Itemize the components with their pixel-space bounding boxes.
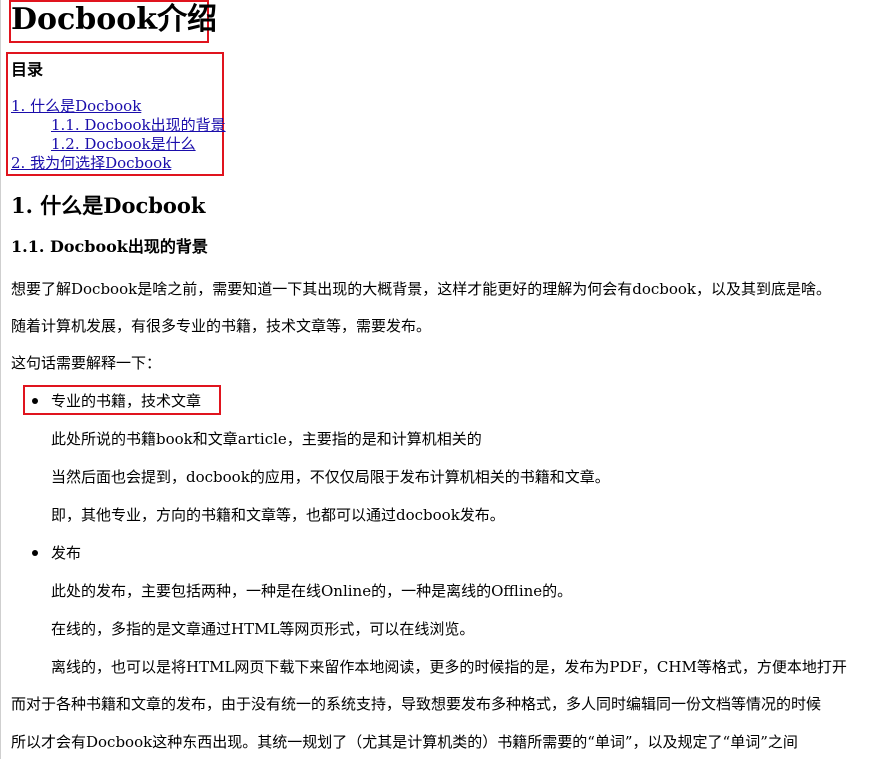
list-item-text: 离线的，也可以是将HTML网页下载下来留作本地阅读，更多的时候指的是，发布为PD… [51,658,847,676]
toc-link-why-choose-docbook[interactable]: 2. 我为何选择Docbook [11,154,171,173]
paragraph-explain: 这句话需要解释一下： [11,354,162,372]
section-heading: 1. 什么是Docbook [11,193,206,218]
list-item-label: 发布 [51,544,82,562]
list-item-text: 即，其他专业，方向的书籍和文章等，也都可以通过docbook发布。 [51,506,505,524]
list-item-text: 在线的，多指的是文章通过HTML等网页形式，可以在线浏览。 [51,620,475,638]
subsection-heading: 1.1. Docbook出现的背景 [11,237,208,256]
bullet-dot [32,550,38,556]
list-item-text: 此处的发布，主要包括两种，一种是在线Online的，一种是离线的Offline的… [51,582,573,600]
list-item-text: 此处所说的书籍book和文章article，主要指的是和计算机相关的 [51,430,482,448]
toc-link-what-is-docbook[interactable]: 1. 什么是Docbook [11,97,141,116]
bullet-dot [32,398,38,404]
paragraph-intro: 想要了解Docbook是啥之前，需要知道一下其出现的大概背景，这样才能更好的理解… [11,280,832,298]
toc-link-what-docbook-is[interactable]: 1.2. Docbook是什么 [51,135,196,154]
left-border [0,0,1,759]
list-item-label: 专业的书籍，技术文章 [51,392,202,410]
toc-link-background[interactable]: 1.1. Docbook出现的背景 [51,116,226,135]
paragraph-publishing: 而对于各种书籍和文章的发布，由于没有统一的系统支持，导致想要发布多种格式，多人同… [11,695,822,713]
paragraph-background: 随着计算机发展，有很多专业的书籍，技术文章等，需要发布。 [11,317,432,335]
page-title: Docbook介绍 [11,2,218,37]
paragraph-docbook-origin: 所以才会有Docbook这种东西出现。其统一规划了（尤其是计算机类的）书籍所需要… [11,733,798,751]
toc-heading: 目录 [11,60,44,79]
list-item-text: 当然后面也会提到，docbook的应用，不仅仅局限于发布计算机相关的书籍和文章。 [51,468,610,486]
